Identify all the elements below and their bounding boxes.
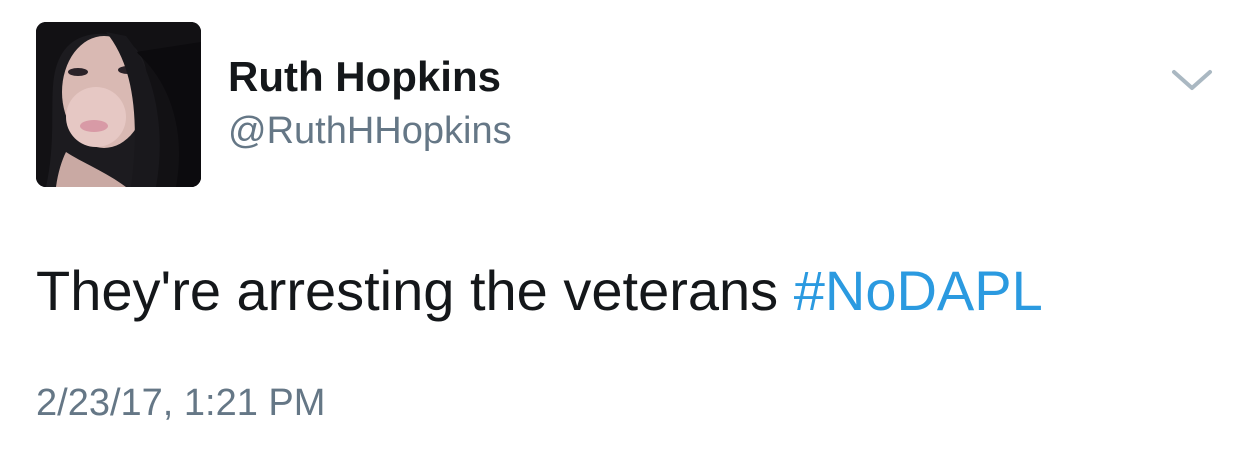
profile-photo-icon xyxy=(36,22,201,187)
hashtag-link[interactable]: #NoDAPL xyxy=(794,259,1043,322)
author-handle[interactable]: @RuthHHopkins xyxy=(228,108,512,154)
author-display-name[interactable]: Ruth Hopkins xyxy=(228,52,501,102)
tweet-text-body: They're arresting the veterans xyxy=(36,259,794,322)
tweet-card: Ruth Hopkins @RuthHHopkins They're arres… xyxy=(0,0,1242,449)
avatar[interactable] xyxy=(36,22,201,187)
tweet-text: They're arresting the veterans #NoDAPL xyxy=(36,258,1043,324)
tweet-timestamp[interactable]: 2/23/17, 1:21 PM xyxy=(36,380,325,426)
tweet-menu-button[interactable] xyxy=(1168,62,1216,98)
chevron-down-icon xyxy=(1172,70,1212,90)
